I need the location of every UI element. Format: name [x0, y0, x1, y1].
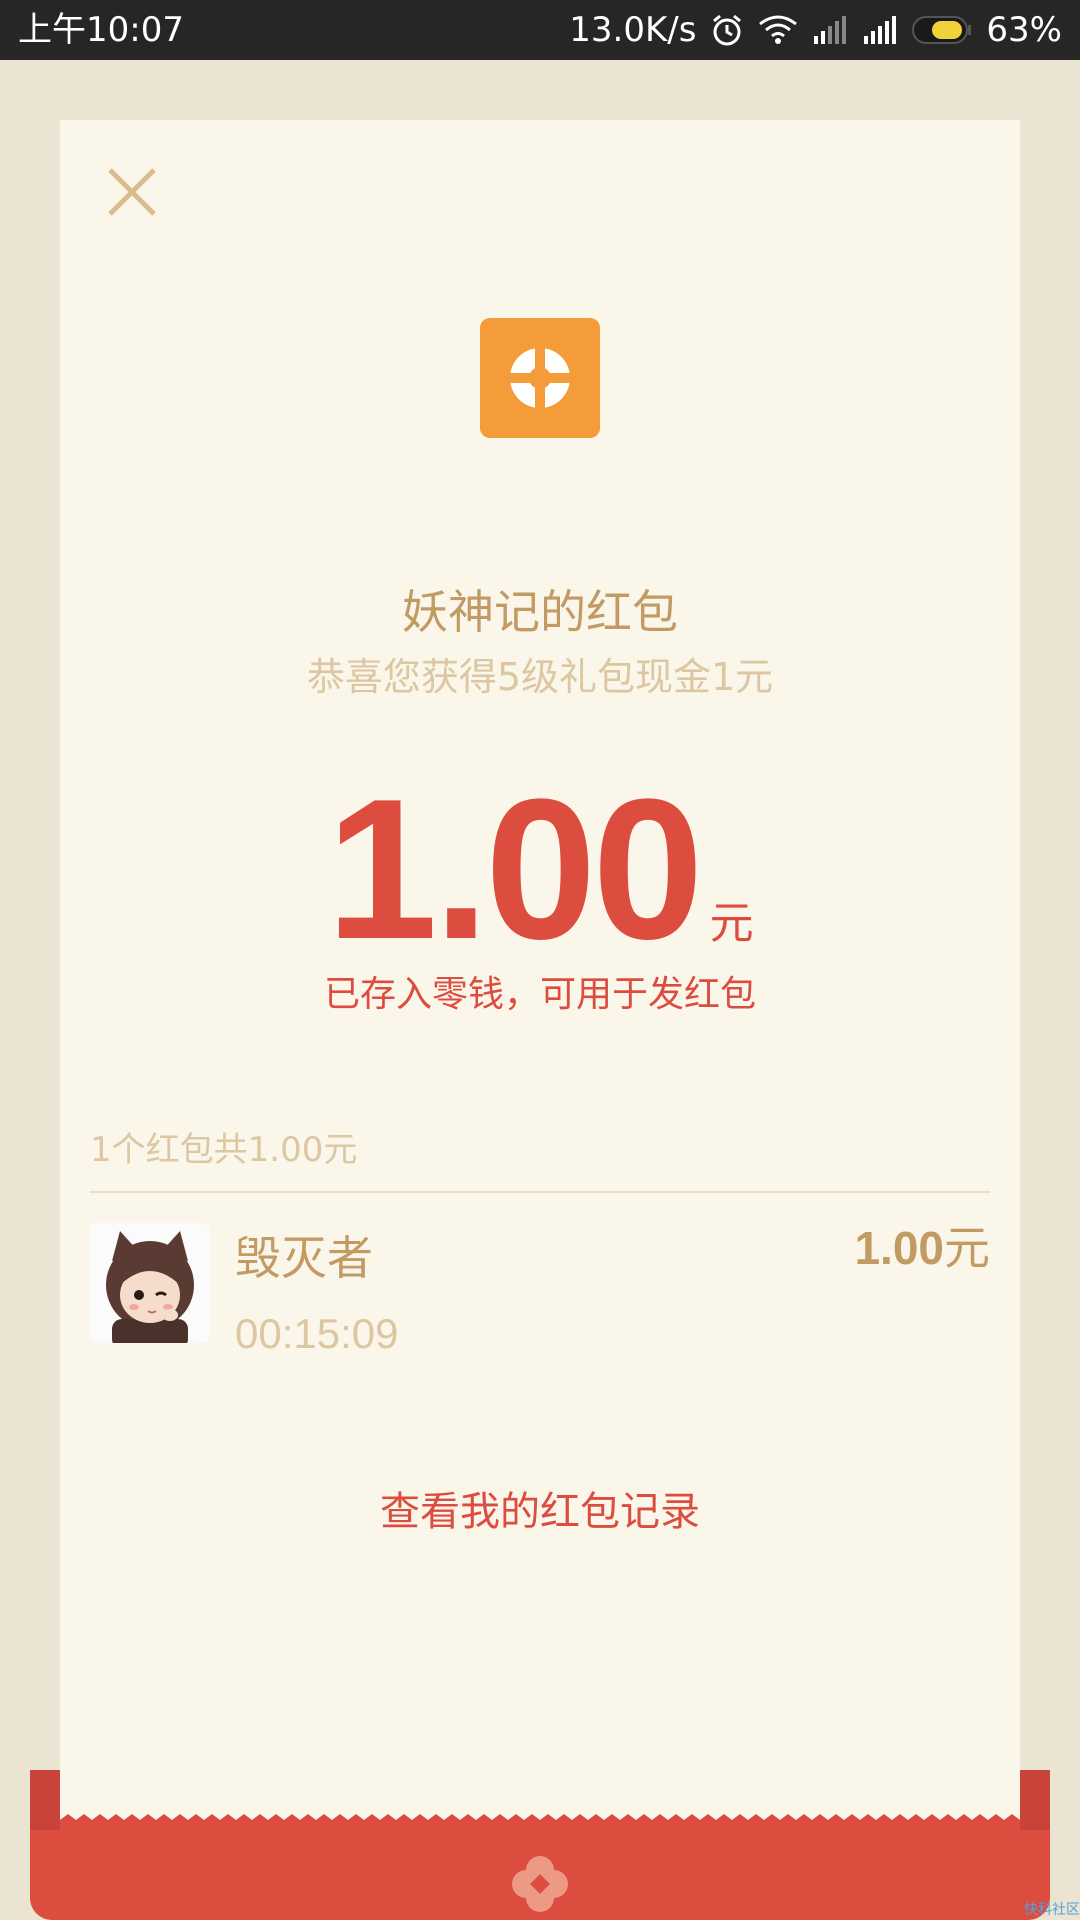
saved-to-balance-note: 已存入零钱，可用于发红包 [323, 974, 756, 1015]
amount-value: 1.00 [326, 758, 703, 981]
avatar [90, 1223, 210, 1343]
status-right-group: 13.0K/s 63% [569, 0, 1062, 60]
close-button[interactable] [102, 162, 162, 222]
red-envelope-bottom [30, 1770, 1050, 1920]
signal-icon [862, 16, 898, 44]
receiver-amount-value: 1.00 [854, 1222, 944, 1274]
view-packet-records-link[interactable]: 查看我的红包记录 [60, 1482, 1020, 1542]
battery-icon [912, 15, 972, 45]
amount-display: 1.00 元 [60, 770, 1020, 970]
status-bar: 上午10:07 13.0K/s 63% [0, 0, 1080, 60]
receiver-amount-unit: 元 [944, 1222, 990, 1274]
alarm-icon [710, 13, 744, 47]
wifi-icon [758, 14, 798, 46]
receiver-amount: 1.00元 [854, 1218, 990, 1278]
signal-icon [812, 16, 848, 44]
close-icon [102, 168, 162, 226]
greeting-message: 恭喜您获得5级礼包现金1元 [306, 655, 774, 699]
divider [90, 1191, 990, 1193]
app-logo [480, 318, 600, 438]
watermark: 快科社区 [1024, 1902, 1080, 1918]
amount-unit: 元 [709, 898, 754, 949]
compass-icon [480, 318, 600, 438]
packet-summary: 1个红包共1.00元 [90, 1130, 358, 1170]
status-time: 上午10:07 [18, 10, 184, 50]
network-speed: 13.0K/s [569, 10, 697, 50]
battery-percent: 63% [986, 10, 1062, 50]
red-packet-detail-card: 妖神记的红包 恭喜您获得5级礼包现金1元 1.00 元 已存入零钱，可用于发红包 … [60, 120, 1020, 1820]
receiver-name: 毁灭者 [235, 1231, 373, 1285]
receiver-time: 00:15:09 [235, 1310, 399, 1357]
sender-title: 妖神记的红包 [402, 585, 678, 639]
